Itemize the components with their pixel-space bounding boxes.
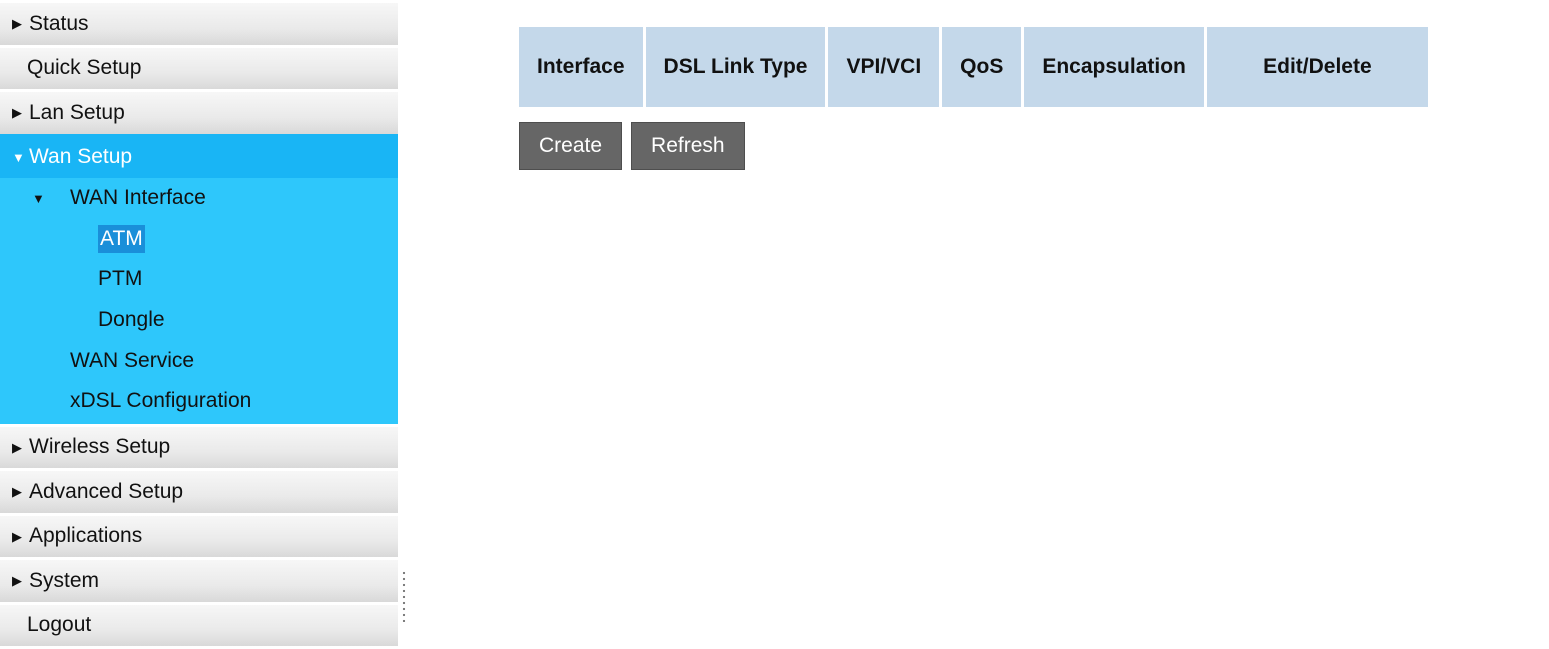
column-header-vpi-vci: VPI/VCI <box>828 27 940 107</box>
create-button[interactable]: Create <box>519 122 623 170</box>
nav-label: PTM <box>98 267 143 291</box>
expand-arrow-icon: ▶ <box>12 528 22 544</box>
sidebar-resize-handle[interactable] <box>402 570 406 622</box>
column-header-qos: QoS <box>942 27 1022 107</box>
nav-applications[interactable]: ▶ Applications <box>0 512 398 558</box>
atm-interface-table: Interface DSL Link Type VPI/VCI QoS Enca… <box>516 27 1431 107</box>
column-header-interface: Interface <box>519 27 643 107</box>
nav-label: WAN Interface <box>70 186 206 210</box>
nav-label: Wan Setup <box>29 145 133 169</box>
nav-label: Quick Setup <box>27 56 142 80</box>
nav-quick-setup[interactable]: Quick Setup <box>0 44 398 89</box>
column-header-encapsulation: Encapsulation <box>1024 27 1204 107</box>
nav-label: Dongle <box>98 308 165 332</box>
expand-arrow-icon: ▶ <box>12 105 22 121</box>
refresh-button[interactable]: Refresh <box>631 122 745 170</box>
nav-label: Wireless Setup <box>29 435 171 459</box>
nav-wireless-setup[interactable]: ▶ Wireless Setup <box>0 423 398 469</box>
button-row: Create Refresh <box>519 122 1549 170</box>
nav-label: WAN Service <box>70 348 195 372</box>
collapse-arrow-icon: ▼ <box>12 149 25 165</box>
nav-logout[interactable]: Logout <box>0 601 398 647</box>
collapse-arrow-icon: ▼ <box>32 190 45 206</box>
nav-wan-service[interactable]: WAN Service <box>0 340 398 381</box>
nav-label: System <box>29 568 100 592</box>
nav-status[interactable]: ▶ Status <box>0 0 398 45</box>
nav-xdsl-configuration[interactable]: xDSL Configuration <box>0 381 398 422</box>
nav-advanced-setup[interactable]: ▶ Advanced Setup <box>0 468 398 513</box>
nav-label: Advanced Setup <box>29 479 184 503</box>
expand-arrow-icon: ▶ <box>12 573 22 589</box>
main-content: Interface DSL Link Type VPI/VCI QoS Enca… <box>519 27 1549 170</box>
table-header-row: Interface DSL Link Type VPI/VCI QoS Enca… <box>519 27 1428 107</box>
nav-label: Lan Setup <box>29 100 125 124</box>
expand-arrow-icon: ▶ <box>12 484 22 500</box>
nav-dongle[interactable]: Dongle <box>0 300 398 341</box>
nav-lan-setup[interactable]: ▶ Lan Setup <box>0 89 398 134</box>
nav-label: Logout <box>27 613 92 637</box>
nav-wan-interface[interactable]: ▼ WAN Interface <box>0 178 398 219</box>
expand-arrow-icon: ▶ <box>12 16 22 32</box>
nav-label-selected: ATM <box>98 224 145 253</box>
expand-arrow-icon: ▶ <box>12 439 22 455</box>
nav-label: Applications <box>29 524 143 548</box>
column-header-dsl-link-type: DSL Link Type <box>645 27 826 107</box>
nav-ptm[interactable]: PTM <box>0 259 398 300</box>
nav-label: xDSL Configuration <box>70 389 252 413</box>
nav-label: Status <box>29 11 89 35</box>
wan-setup-submenu: ▼ WAN Interface ATM PTM Dongle WAN Servi… <box>0 178 398 424</box>
sidebar: ▶ Status Quick Setup ▶ Lan Setup ▼ Wan S… <box>0 0 398 647</box>
nav-system[interactable]: ▶ System <box>0 557 398 602</box>
nav-atm[interactable]: ATM <box>0 219 398 260</box>
nav-wan-setup[interactable]: ▼ Wan Setup <box>0 133 398 178</box>
column-header-edit-delete: Edit/Delete <box>1206 27 1428 107</box>
